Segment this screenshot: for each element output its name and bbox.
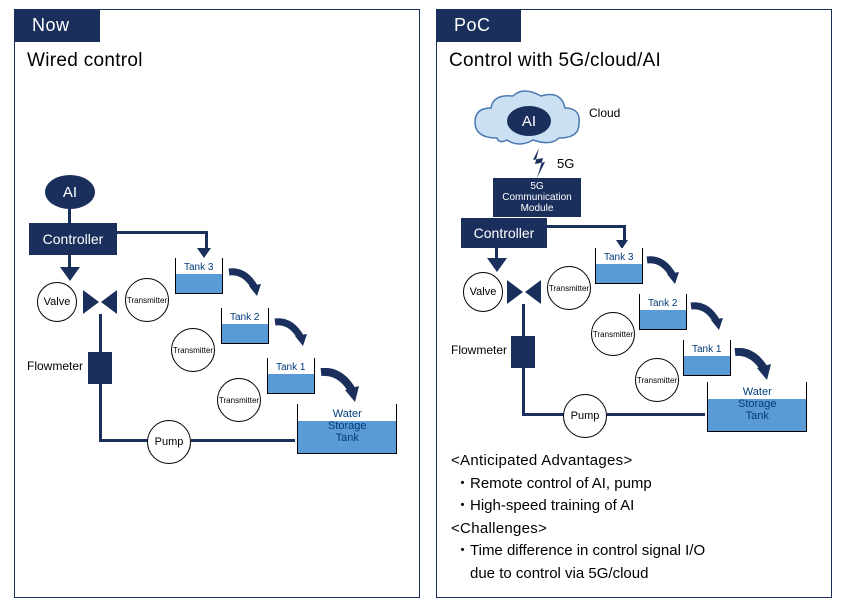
flow-arrow-icon [643, 256, 679, 286]
flow-arrow-icon [731, 348, 771, 382]
flow-arrow-icon [317, 368, 359, 404]
transmitter-circle: Transmitter [217, 378, 261, 422]
tank-1: Tank 1 [683, 340, 731, 376]
tank-3: Tank 3 [595, 248, 643, 284]
storage-tank: WaterStorageTank [297, 404, 397, 454]
panel-now: Now Wired control AI Controller Valve Fl… [14, 9, 420, 598]
advantages-header: <Anticipated Advantages> [451, 450, 821, 473]
pipe [607, 413, 705, 416]
transmitter-circle: Transmitter [547, 266, 591, 310]
transmitter-circle: Transmitter [125, 278, 169, 322]
challenges-header: <Challenges> [451, 518, 821, 541]
valve-icon [507, 280, 541, 304]
challenge-item: due to control via 5G/cloud [451, 563, 821, 586]
tank-2: Tank 2 [639, 294, 687, 330]
pump-circle: Pump [563, 394, 607, 438]
cloud-label: Cloud [589, 106, 620, 120]
transmitter-circle: Transmitter [171, 328, 215, 372]
valve-circle: Valve [37, 282, 77, 322]
notes-block: <Anticipated Advantages> ・Remote control… [451, 450, 821, 585]
transmitter-circle: Transmitter [635, 358, 679, 402]
connector [68, 209, 71, 223]
tank-2: Tank 2 [221, 308, 269, 344]
diagram-poc: AI Cloud 5G 5G Communication Module Cont… [437, 10, 831, 597]
pipe [522, 358, 525, 416]
challenge-item: ・Time difference in control signal I/O [451, 540, 821, 563]
storage-tank: WaterStorageTank [707, 382, 807, 432]
flow-arrow-icon [225, 268, 261, 298]
panel-poc: PoC Control with 5G/cloud/AI AI Cloud 5G… [436, 9, 832, 598]
pipe [547, 225, 625, 228]
transmitter-circle: Transmitter [591, 312, 635, 356]
flow-arrow-icon [687, 302, 723, 332]
diagram-now: AI Controller Valve Flowmeter Pump Tank … [15, 10, 419, 597]
flowmeter-label: Flowmeter [27, 359, 83, 373]
ai-cloud-node: AI [507, 106, 551, 136]
valve-icon [83, 290, 117, 314]
advantage-item: ・Remote control of AI, pump [451, 473, 821, 496]
arrow-down-icon [197, 248, 211, 258]
arrow-down-icon [487, 258, 507, 272]
tank-1: Tank 1 [267, 358, 315, 394]
advantage-item: ・High-speed training of AI [451, 495, 821, 518]
comm-module-box: 5G Communication Module [493, 178, 581, 218]
arrow-down-icon [60, 267, 80, 281]
fiveg-link-icon [527, 148, 551, 178]
flowmeter-label: Flowmeter [451, 343, 507, 357]
pipe [99, 376, 102, 442]
tank-3: Tank 3 [175, 258, 223, 294]
fiveg-label: 5G [557, 156, 574, 171]
controller-box: Controller [461, 218, 547, 248]
pipe [522, 413, 568, 416]
pump-circle: Pump [147, 420, 191, 464]
valve-circle: Valve [463, 272, 503, 312]
flow-arrow-icon [271, 318, 307, 348]
ai-node: AI [45, 175, 95, 209]
pipe [117, 231, 207, 234]
controller-box: Controller [29, 223, 117, 255]
pipe [99, 439, 153, 442]
pipe [191, 439, 295, 442]
